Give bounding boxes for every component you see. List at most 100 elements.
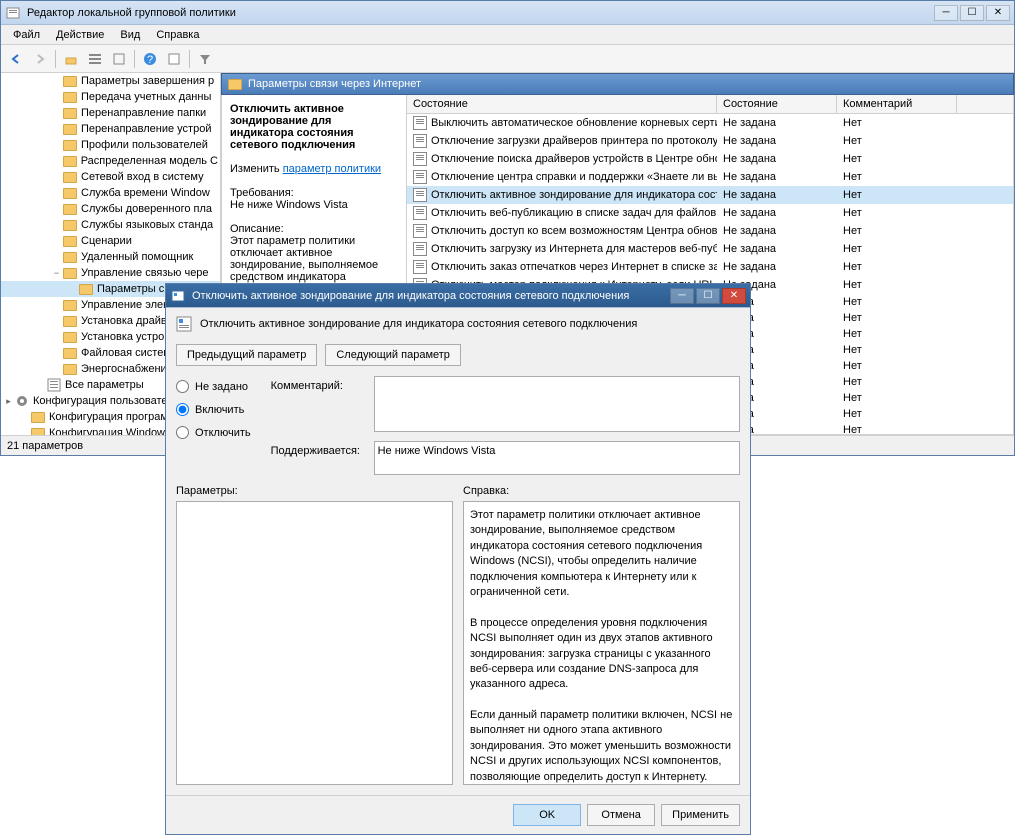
menu-view[interactable]: Вид xyxy=(112,27,148,43)
settings-icon xyxy=(46,378,62,392)
folder-icon xyxy=(62,298,78,312)
tree-item[interactable]: Служба времени Window xyxy=(1,185,220,201)
policy-icon xyxy=(413,224,427,238)
properties-button[interactable] xyxy=(163,48,185,70)
expand-icon[interactable] xyxy=(51,364,62,375)
folder-icon xyxy=(30,410,46,424)
tree-item[interactable]: Параметры завершения р xyxy=(1,73,220,89)
dialog-maximize-button[interactable]: ☐ xyxy=(696,288,720,304)
help-button[interactable]: ? xyxy=(139,48,161,70)
list-row[interactable]: Выключить автоматическое обновление корн… xyxy=(407,114,1013,132)
filter-button[interactable] xyxy=(194,48,216,70)
expand-icon[interactable] xyxy=(51,124,62,135)
list-row[interactable]: Отключение поиска драйверов устройств в … xyxy=(407,150,1013,168)
expand-icon[interactable]: ▸ xyxy=(3,396,14,407)
expand-icon[interactable] xyxy=(51,348,62,359)
menu-file[interactable]: Файл xyxy=(5,27,48,43)
expand-icon[interactable] xyxy=(51,76,62,87)
up-button[interactable] xyxy=(60,48,82,70)
expand-icon[interactable] xyxy=(51,188,62,199)
expand-icon[interactable] xyxy=(19,412,30,423)
list-row[interactable]: Отключение центра справки и поддержки «З… xyxy=(407,168,1013,186)
folder-header-text: Параметры связи через Интернет xyxy=(248,78,421,90)
expand-icon[interactable] xyxy=(51,236,62,247)
list-button[interactable] xyxy=(84,48,106,70)
expand-icon[interactable] xyxy=(51,316,62,327)
list-row[interactable]: Отключить загрузку из Интернета для маст… xyxy=(407,240,1013,258)
expand-icon[interactable] xyxy=(51,204,62,215)
cancel-button[interactable]: Отмена xyxy=(587,804,655,826)
expand-icon[interactable] xyxy=(51,172,62,183)
help-label: Справка: xyxy=(463,485,740,497)
next-param-button[interactable]: Следующий параметр xyxy=(325,344,461,366)
dialog-icon xyxy=(170,288,186,304)
tree-item[interactable]: Сетевой вход в систему xyxy=(1,169,220,185)
radio-group: Не задано Включить Отключить xyxy=(176,376,251,475)
list-row[interactable]: Отключить веб-публикацию в списке задач … xyxy=(407,204,1013,222)
dialog-minimize-button[interactable]: ─ xyxy=(670,288,694,304)
tree-label: Энергоснабжение xyxy=(81,363,173,375)
folder-icon xyxy=(62,170,78,184)
maximize-button[interactable]: ☐ xyxy=(960,5,984,21)
list-row[interactable]: Отключить активное зондирование для инди… xyxy=(407,186,1013,204)
tree-label: Файловая система xyxy=(81,347,177,359)
col-header-state[interactable]: Состояние xyxy=(717,95,837,113)
ok-button[interactable]: OK xyxy=(513,804,581,826)
tree-item[interactable]: Удаленный помощник xyxy=(1,249,220,265)
params-box xyxy=(176,501,453,785)
col-header-name[interactable]: Состояние xyxy=(407,95,717,113)
comment-label: Комментарий: xyxy=(271,376,366,392)
tree-label: Передача учетных данны xyxy=(81,91,211,103)
prev-param-button[interactable]: Предыдущий параметр xyxy=(176,344,317,366)
expand-icon[interactable]: − xyxy=(51,268,62,279)
menu-action[interactable]: Действие xyxy=(48,27,112,43)
dialog-close-button[interactable]: ✕ xyxy=(722,288,746,304)
radio-disable[interactable]: Отключить xyxy=(176,426,251,439)
minimize-button[interactable]: ─ xyxy=(934,5,958,21)
folder-header: Параметры связи через Интернет xyxy=(221,73,1014,95)
menu-help[interactable]: Справка xyxy=(148,27,207,43)
expand-icon[interactable] xyxy=(51,220,62,231)
dialog-titlebar[interactable]: Отключить активное зондирование для инди… xyxy=(166,284,750,308)
comment-textarea[interactable] xyxy=(374,376,740,432)
desc-edit-link[interactable]: параметр политики xyxy=(283,163,381,175)
tree-item[interactable]: Сценарии xyxy=(1,233,220,249)
expand-icon[interactable] xyxy=(51,300,62,311)
list-row[interactable]: Отключить заказ отпечатков через Интерне… xyxy=(407,258,1013,276)
expand-icon[interactable] xyxy=(51,108,62,119)
radio-not-set[interactable]: Не задано xyxy=(176,380,251,393)
expand-icon[interactable] xyxy=(51,92,62,103)
list-row[interactable]: Отключить доступ ко всем возможностям Це… xyxy=(407,222,1013,240)
radio-enable[interactable]: Включить xyxy=(176,403,251,416)
policy-icon xyxy=(413,116,427,130)
expand-icon[interactable] xyxy=(51,332,62,343)
tree-item[interactable]: Перенаправление папки xyxy=(1,105,220,121)
tree-item[interactable]: Передача учетных данны xyxy=(1,89,220,105)
col-header-comment[interactable]: Комментарий xyxy=(837,95,957,113)
expand-icon[interactable] xyxy=(51,140,62,151)
tree-label: Все параметры xyxy=(65,379,144,391)
tree-item[interactable]: Перенаправление устрой xyxy=(1,121,220,137)
back-button[interactable] xyxy=(5,48,27,70)
policy-icon xyxy=(413,242,427,256)
expand-icon[interactable] xyxy=(19,428,30,436)
tree-item[interactable]: −Управление связью чере xyxy=(1,265,220,281)
tree-item[interactable]: Профили пользователей xyxy=(1,137,220,153)
desc-descr-label: Описание: xyxy=(230,223,284,235)
tree-item[interactable]: Распределенная модель С xyxy=(1,153,220,169)
forward-button[interactable] xyxy=(29,48,51,70)
main-title: Редактор локальной групповой политики xyxy=(27,7,934,19)
export-button[interactable] xyxy=(108,48,130,70)
folder-icon xyxy=(62,266,78,280)
expand-icon[interactable] xyxy=(35,380,46,391)
apply-button[interactable]: Применить xyxy=(661,804,740,826)
expand-icon[interactable] xyxy=(67,284,78,295)
tree-item[interactable]: Службы доверенного пла xyxy=(1,201,220,217)
folder-icon xyxy=(62,122,78,136)
tree-item[interactable]: Службы языковых станда xyxy=(1,217,220,233)
expand-icon[interactable] xyxy=(51,252,62,263)
main-titlebar[interactable]: Редактор локальной групповой политики ─ … xyxy=(1,1,1014,25)
expand-icon[interactable] xyxy=(51,156,62,167)
list-row[interactable]: Отключение загрузки драйверов принтера п… xyxy=(407,132,1013,150)
close-button[interactable]: ✕ xyxy=(986,5,1010,21)
